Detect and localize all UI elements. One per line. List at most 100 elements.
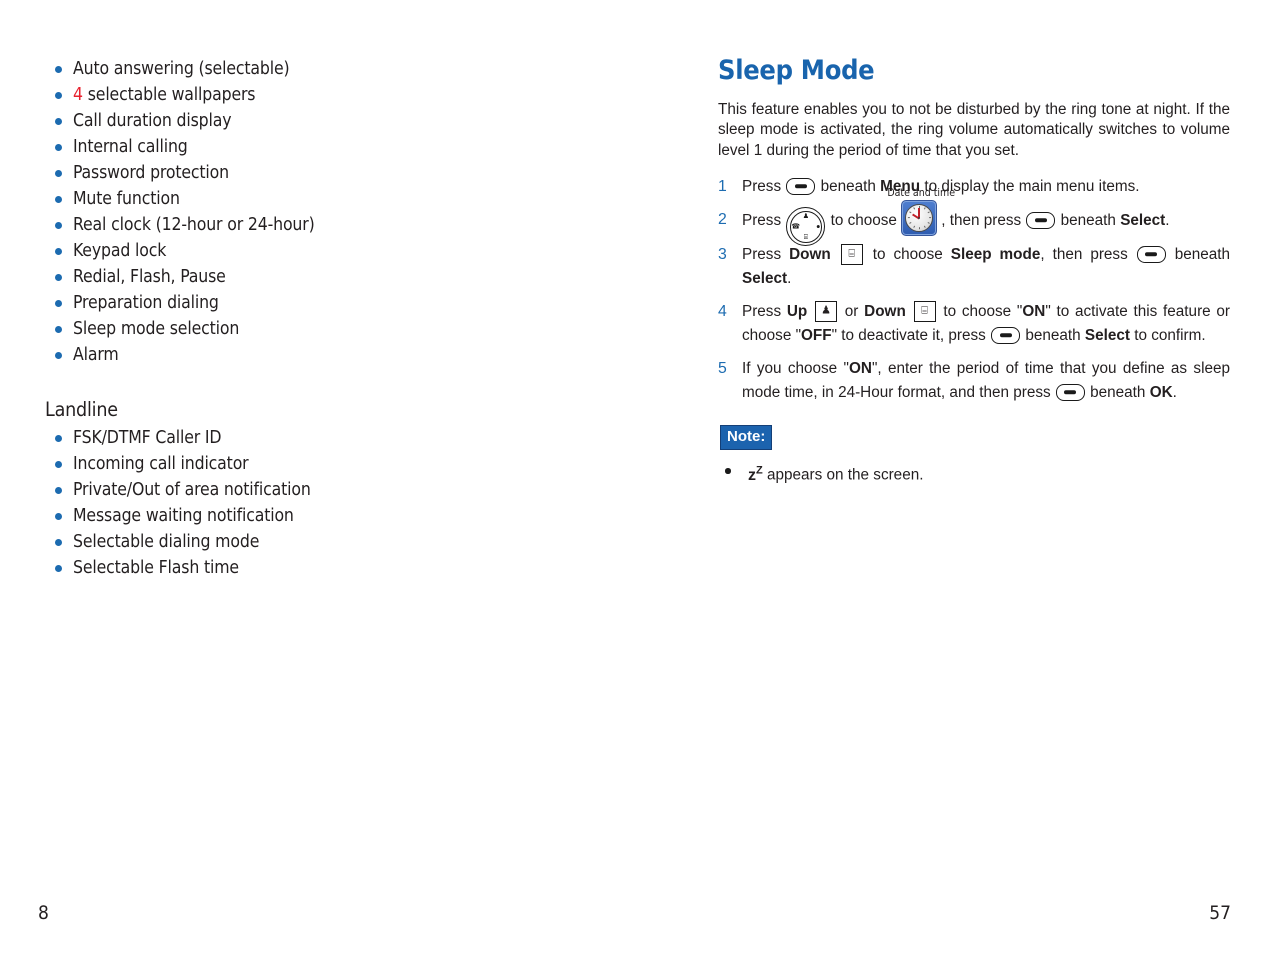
clock-face-icon — [905, 204, 934, 233]
date-and-time-menu-icon: Date and time — [887, 188, 955, 237]
step-emphasis: OK — [1149, 384, 1173, 402]
landline-feature-item: Selectable Flash time — [38, 555, 468, 581]
landline-feature-label: Private/Out of area notification — [73, 480, 311, 500]
clock-m-hand — [918, 207, 920, 218]
feature-item: 4 selectable wallpapers — [38, 82, 468, 108]
up-key-icon: ♟ — [815, 300, 838, 322]
step-text: If you choose " — [742, 360, 849, 378]
bullet-icon — [55, 539, 62, 546]
manual-spread: Auto answering (selectable) 4 selectable … — [0, 0, 1271, 954]
instruction-step: 4 Press Up ♟ or Down ⌸ to choose "ON " to … — [718, 300, 1230, 348]
bullet-icon — [55, 565, 62, 572]
bullet-icon — [55, 487, 62, 494]
clock-pin — [918, 217, 921, 220]
step-text — [906, 303, 912, 320]
step-list: 1 Press beneath Menu to display the main … — [718, 175, 1230, 405]
feature-item-label: Sleep mode selection — [73, 319, 240, 339]
clock-tick — [926, 222, 930, 225]
step-number: 1 — [718, 178, 727, 196]
landline-feature-label: Selectable Flash time — [73, 558, 239, 578]
feature-item-label: Password protection — [73, 163, 229, 183]
clock-tick — [912, 207, 916, 211]
clock-tick — [907, 217, 910, 219]
landline-feature-item: Private/Out of area notification — [38, 477, 468, 503]
feature-item: Alarm — [38, 342, 468, 368]
bullet-icon — [55, 118, 62, 125]
feature-item-label: Auto answering (selectable) — [73, 59, 290, 79]
step-text: beneath — [1085, 384, 1150, 402]
landline-feature-item: Selectable dialing mode — [38, 529, 468, 555]
step-emphasis: Select — [1084, 327, 1130, 345]
phonebook-glyph-icon: ⌸ — [921, 304, 928, 317]
bullet-icon — [55, 513, 62, 520]
feature-list: Auto answering (selectable) 4 selectable … — [38, 56, 468, 368]
landline-feature-label: Message waiting notification — [73, 506, 294, 526]
feature-item-label: Alarm — [73, 345, 119, 365]
feature-item: Password protection — [38, 160, 468, 186]
instruction-step: 5 If you choose "ON", enter the period of… — [718, 357, 1230, 405]
clock-tick — [908, 222, 912, 225]
note-item-list: zZ appears on the screen. — [718, 459, 1230, 486]
nav-right-glyph-icon: ● — [816, 223, 821, 231]
step-number: 4 — [718, 303, 727, 321]
feature-item-label: Real clock (12-hour or 24-hour) — [73, 215, 315, 235]
step-text: to choose — [864, 246, 951, 264]
feature-count-highlight: 4 — [73, 85, 83, 105]
landline-feature-item: Message waiting notification — [38, 503, 468, 529]
clock-tick — [912, 225, 916, 229]
bullet-icon — [55, 92, 62, 99]
feature-item: Redial, Flash, Pause — [38, 264, 468, 290]
page-number-right: 57 — [1209, 902, 1231, 924]
sleep-indicator-icon: zZ — [748, 464, 763, 483]
step-text: " to deactivate it, press — [831, 327, 991, 345]
clock-tick — [918, 227, 920, 230]
bullet-icon — [55, 248, 62, 255]
clock-tick — [926, 211, 930, 214]
landline-feature-label: FSK/DTMF Caller ID — [73, 428, 222, 448]
down-key-icon: ⌸ — [913, 300, 936, 322]
down-key-icon: ⌸ — [840, 243, 863, 265]
note-bullet-icon — [725, 468, 731, 474]
feature-item-label: Preparation dialing — [73, 293, 219, 313]
step-text: beneath — [816, 178, 881, 196]
page-title: Sleep Mode — [718, 55, 875, 86]
feature-item: Sleep mode selection — [38, 316, 468, 342]
sleep-indicator-z-sup: Z — [756, 464, 763, 477]
softkey-icon — [786, 177, 816, 195]
step-emphasis: Sleep mode — [950, 246, 1041, 264]
feature-item-label: Internal calling — [73, 137, 188, 157]
bullet-icon — [55, 300, 62, 307]
feature-item: Mute function — [38, 186, 468, 212]
step-text: to confirm. — [1129, 327, 1206, 345]
step-text: , then press — [1040, 246, 1136, 264]
bullet-icon — [55, 461, 62, 468]
date-and-time-caption: Date and time — [887, 187, 956, 200]
landline-feature-list: FSK/DTMF Caller ID Incoming call indicato… — [38, 425, 468, 581]
softkey-icon — [1026, 211, 1056, 229]
softkey-icon — [1055, 383, 1085, 401]
step-emphasis: ON — [848, 360, 872, 378]
instruction-step: 3 Press Down ⌸ to choose Sleep mode, then… — [718, 243, 1230, 291]
step-text: Press — [742, 178, 786, 196]
note-item-text: appears on the screen. — [762, 466, 924, 484]
instruction-step: 1 Press beneath Menu to display the main … — [718, 175, 1230, 199]
nav-down-glyph-icon: ⌸ — [803, 234, 808, 242]
step-number: 2 — [718, 211, 727, 229]
note-badge: Note: — [720, 425, 773, 451]
step-text — [807, 303, 813, 320]
step-text: to choose — [826, 212, 902, 230]
bullet-icon — [55, 170, 62, 177]
intro-paragraph: This feature enables you to not be distu… — [718, 101, 1230, 159]
bullet-icon — [55, 222, 62, 229]
feature-item: Call duration display — [38, 108, 468, 134]
step-number: 5 — [718, 360, 727, 378]
step-emphasis: Select — [742, 270, 788, 288]
step-emphasis: OFF — [801, 327, 832, 345]
feature-item-label: Redial, Flash, Pause — [73, 267, 226, 287]
step-text: , then press — [941, 212, 1026, 230]
step-emphasis: Down — [864, 303, 906, 321]
feature-item: Real clock (12-hour or 24-hour) — [38, 212, 468, 238]
phonebook-glyph-icon: ⌸ — [848, 247, 856, 260]
feature-item: Keypad lock — [38, 238, 468, 264]
instruction-step: 2 Press ♟ ● ⌸ ☎ to choose Date and time , the… — [718, 188, 1230, 247]
